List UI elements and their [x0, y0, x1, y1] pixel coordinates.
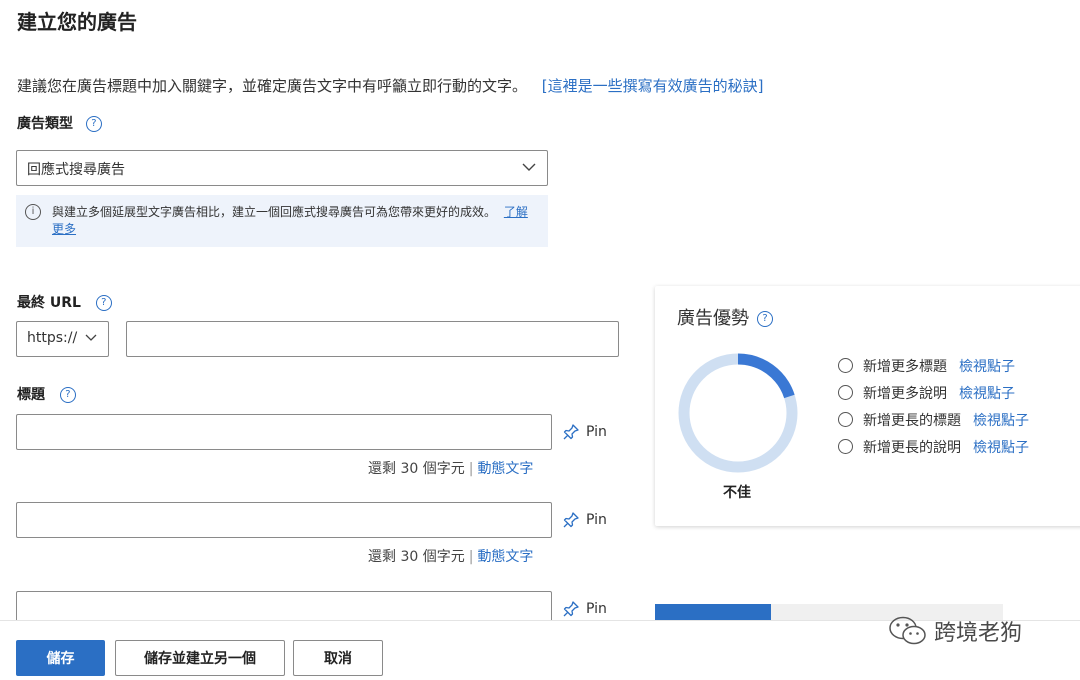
- final-url-label: 最終 URL: [17, 295, 81, 311]
- ad-type-notice: i 與建立多個延展型文字廣告相比，建立一個回應式搜尋廣告可為您帶來更好的成效。 …: [16, 195, 548, 247]
- tip-item: 新增更多說明 檢視點子: [838, 379, 1029, 406]
- ad-tips-link[interactable]: [這裡是一些撰寫有效廣告的秘訣]: [542, 77, 764, 95]
- watermark: 跨境老狗: [888, 615, 1022, 647]
- pin-icon: [563, 424, 579, 440]
- dynamic-text-link[interactable]: 動態文字: [477, 549, 533, 565]
- info-icon: i: [25, 204, 41, 220]
- radio-circle-icon[interactable]: [838, 412, 853, 427]
- view-ideas-link[interactable]: 檢視點子: [973, 410, 1029, 430]
- notice-message: 與建立多個延展型文字廣告相比，建立一個回應式搜尋廣告可為您帶來更好的成效。: [52, 205, 497, 219]
- question-circle-icon[interactable]: ?: [757, 311, 773, 327]
- view-ideas-link[interactable]: 檢視點子: [959, 383, 1015, 403]
- headline-label: 標題: [17, 387, 45, 403]
- headline-counter-2: 還剩 30 個字元 | 動態文字: [368, 549, 534, 565]
- ad-strength-tips: 新增更多標題 檢視點子 新增更多說明 檢視點子 新增更長的標題 檢視點子 新增更…: [838, 352, 1029, 460]
- pin-icon: [563, 601, 579, 617]
- ad-strength-card: 廣告優勢? 不佳 新增更多標題 檢視點子 新增更多說明 檢視點子 新增更長的標題…: [655, 286, 1080, 526]
- wechat-icon: [889, 616, 926, 645]
- watermark-text: 跨境老狗: [934, 621, 1023, 646]
- tip-label: 新增更長的標題: [863, 412, 961, 429]
- cancel-button[interactable]: 取消: [293, 640, 383, 676]
- question-circle-icon[interactable]: ?: [85, 116, 102, 132]
- tip-label: 新增更長的說明: [863, 439, 961, 456]
- chevron-down-icon: [521, 159, 537, 179]
- protocol-select[interactable]: https://: [16, 321, 109, 357]
- page-title: 建立您的廣告: [17, 10, 137, 34]
- radio-circle-icon[interactable]: [838, 385, 853, 400]
- headline-label-row: 標題 ?: [17, 384, 76, 404]
- question-circle-icon[interactable]: ?: [59, 387, 76, 403]
- pin-button-2[interactable]: Pin: [562, 511, 607, 529]
- pin-button-1[interactable]: Pin: [562, 423, 607, 441]
- chevron-down-icon: [84, 330, 98, 350]
- tip-label: 新增更多標題: [863, 358, 947, 375]
- ad-strength-rating: 不佳: [723, 485, 751, 501]
- notice-text: 與建立多個延展型文字廣告相比，建立一個回應式搜尋廣告可為您帶來更好的成效。 了解…: [52, 204, 532, 238]
- preview-tab-active[interactable]: [655, 604, 771, 620]
- pin-label: Pin: [586, 601, 607, 617]
- pin-button-3[interactable]: Pin: [562, 600, 607, 618]
- final-url-input[interactable]: [126, 321, 619, 357]
- pin-icon: [563, 512, 579, 528]
- remaining-chars: 還剩 30 個字元: [368, 461, 465, 477]
- question-circle-icon[interactable]: ?: [95, 295, 112, 311]
- radio-circle-icon[interactable]: [838, 439, 853, 454]
- radio-circle-icon[interactable]: [838, 358, 853, 373]
- protocol-value: https://: [27, 330, 78, 346]
- ad-strength-title-row: 廣告優勢?: [677, 304, 773, 330]
- headline-counter-1: 還剩 30 個字元 | 動態文字: [368, 461, 534, 477]
- remaining-chars: 還剩 30 個字元: [368, 549, 465, 565]
- intro-text: 建議您在廣告標題中加入關鍵字，並確定廣告文字中有呼籲立即行動的文字。: [17, 77, 528, 95]
- tip-item: 新增更多標題 檢視點子: [838, 352, 1029, 379]
- pin-label: Pin: [586, 424, 607, 440]
- view-ideas-link[interactable]: 檢視點子: [959, 356, 1015, 376]
- headline-input-1[interactable]: [16, 414, 552, 450]
- save-and-create-another-button[interactable]: 儲存並建立另一個: [115, 640, 285, 676]
- ad-type-selected: 回應式搜尋廣告: [27, 162, 125, 178]
- ad-strength-title: 廣告優勢: [677, 308, 749, 329]
- tip-item: 新增更長的標題 檢視點子: [838, 406, 1029, 433]
- ad-type-label: 廣告類型: [17, 116, 73, 132]
- tip-item: 新增更長的說明 檢視點子: [838, 433, 1029, 460]
- dynamic-text-link[interactable]: 動態文字: [477, 461, 533, 477]
- view-ideas-link[interactable]: 檢視點子: [973, 437, 1029, 457]
- final-url-label-row: 最終 URL ?: [17, 292, 112, 312]
- ad-type-select[interactable]: 回應式搜尋廣告: [16, 150, 548, 186]
- ad-type-label-row: 廣告類型 ?: [17, 113, 102, 133]
- ad-strength-donut: [678, 353, 798, 473]
- intro-line: 建議您在廣告標題中加入關鍵字，並確定廣告文字中有呼籲立即行動的文字。 [這裡是一…: [17, 75, 764, 96]
- headline-input-2[interactable]: [16, 502, 552, 538]
- pin-label: Pin: [586, 512, 607, 528]
- save-button[interactable]: 儲存: [16, 640, 105, 676]
- tip-label: 新增更多說明: [863, 385, 947, 402]
